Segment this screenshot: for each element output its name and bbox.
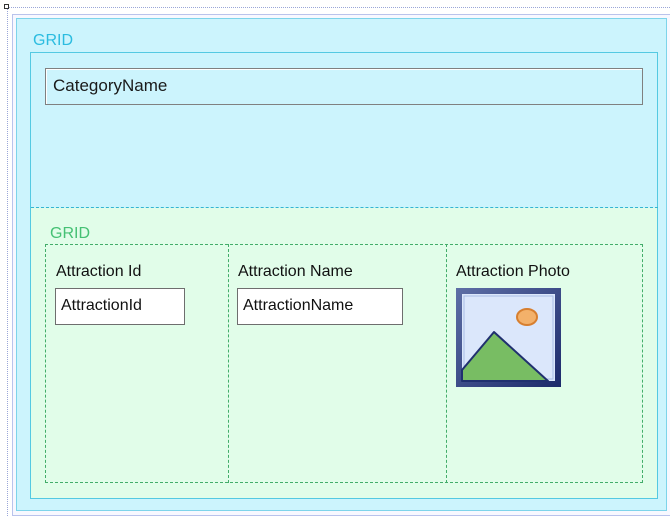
inner-grid-label: GRID <box>50 225 90 242</box>
attraction-name-header: Attraction Name <box>238 263 353 280</box>
attraction-id-field[interactable]: AttractionId <box>55 288 185 325</box>
resize-handle[interactable] <box>4 4 9 9</box>
category-name-field[interactable]: CategoryName <box>45 68 643 105</box>
attraction-name-field[interactable]: AttractionName <box>237 288 403 325</box>
grid-divider <box>31 207 658 208</box>
outer-grid-label: GRID <box>33 32 73 49</box>
attraction-photo-header: Attraction Photo <box>456 263 570 280</box>
attraction-id-header: Attraction Id <box>56 263 142 280</box>
image-placeholder-icon[interactable] <box>456 288 561 387</box>
column-separator <box>228 244 229 483</box>
column-separator <box>446 244 447 483</box>
